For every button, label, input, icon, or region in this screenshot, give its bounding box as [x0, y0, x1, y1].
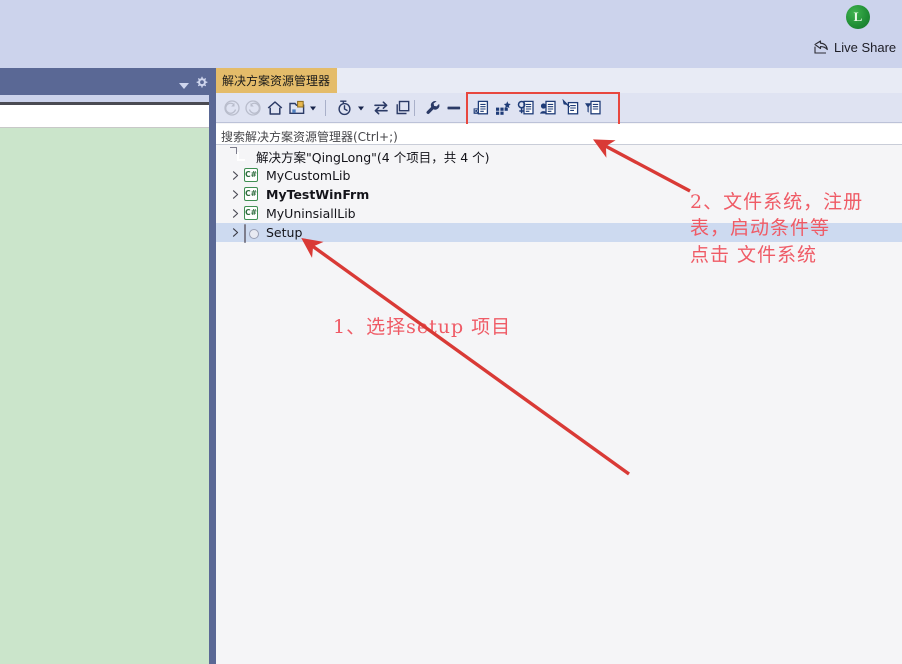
setup-project-icon — [244, 225, 260, 241]
sync-with-active-document-button[interactable] — [372, 99, 390, 117]
tree-item-label: MyTestWinFrm — [266, 187, 369, 202]
forward-button[interactable] — [244, 99, 262, 117]
search-input-placeholder: 搜索解决方案资源管理器(Ctrl+;) — [221, 128, 398, 145]
view-dropdown-button[interactable] — [308, 99, 318, 117]
home-button[interactable] — [266, 99, 284, 117]
csharp-project-icon: C# — [244, 206, 260, 222]
collapse-all-button[interactable] — [394, 99, 412, 117]
tree-item-solution[interactable]: 解决方案"QingLong"(4 个项目，共 4 个) — [216, 147, 902, 166]
tree-item-label: MyCustomLib — [266, 168, 350, 183]
editor-strip-lavender — [0, 95, 209, 102]
csharp-project-icon-text: C# — [244, 168, 258, 182]
pending-changes-button[interactable] — [336, 99, 354, 117]
ide-top-strip — [0, 0, 902, 68]
chevron-down-icon[interactable] — [178, 78, 190, 88]
chevron-right-icon[interactable] — [230, 227, 241, 238]
tree-item-label: MyUninsiallLib — [266, 206, 356, 221]
annotation-step-2-line-1: 2、文件系统，注册 — [690, 187, 863, 214]
back-button[interactable] — [223, 99, 241, 117]
share-screen-icon — [814, 40, 829, 54]
tree-item-label: 解决方案"QingLong"(4 个项目，共 4 个) — [256, 147, 490, 166]
csharp-project-icon-text: C# — [244, 187, 258, 201]
solution-icon — [234, 149, 250, 165]
show-all-files-button[interactable] — [288, 99, 306, 117]
preview-selected-items-button[interactable] — [445, 99, 463, 117]
tree-item-label: Setup — [266, 225, 302, 240]
avatar[interactable]: L — [846, 5, 870, 29]
tree-item-mycustomlib[interactable]: C# MyCustomLib — [216, 166, 902, 185]
pending-changes-dropdown[interactable] — [356, 99, 366, 117]
gear-icon[interactable] — [195, 76, 208, 89]
designer-surface — [0, 128, 209, 664]
editor-white-strip — [0, 105, 209, 128]
csharp-project-icon: C# — [244, 168, 260, 184]
properties-button[interactable] — [424, 99, 442, 117]
csharp-project-icon: C# — [244, 187, 260, 203]
panel-splitter[interactable] — [209, 68, 216, 664]
annotation-step-1: 1、选择setup 项目 — [333, 312, 511, 339]
chevron-right-icon[interactable] — [230, 189, 241, 200]
chevron-right-icon[interactable] — [230, 170, 241, 181]
live-share-button[interactable]: Live Share — [814, 38, 896, 56]
csharp-project-icon-text: C# — [244, 206, 258, 220]
chevron-right-icon[interactable] — [230, 208, 241, 219]
tab-solution-explorer-label: 解决方案资源管理器 — [222, 72, 330, 89]
annotation-step-2-line-3: 点击 文件系统 — [690, 240, 817, 267]
live-share-label: Live Share — [834, 40, 896, 55]
annotation-step-2-line-2: 表，启动条件等 — [690, 213, 830, 240]
toolbar-separator-2 — [414, 100, 415, 116]
toolbar-separator-1 — [325, 100, 326, 116]
